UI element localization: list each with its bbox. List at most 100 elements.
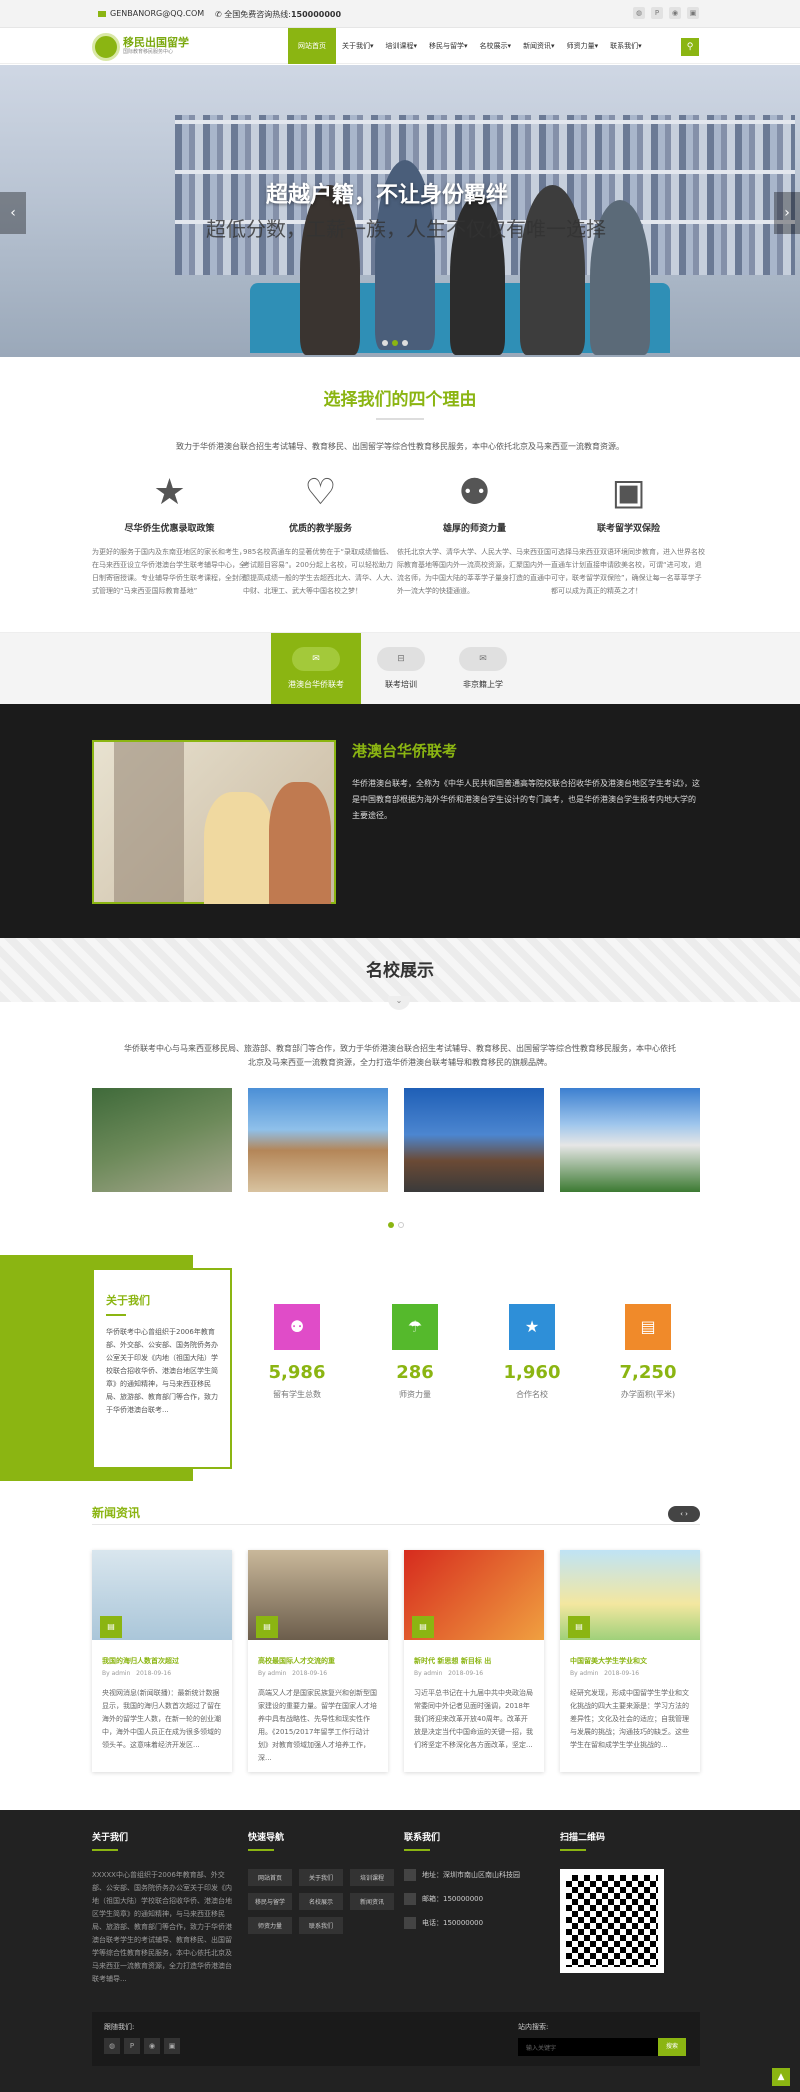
tab-hmt-exam[interactable]: ✉ 港澳台华侨联考	[271, 633, 361, 705]
chevron-down-icon[interactable]: ⌄	[388, 996, 410, 1010]
cart-icon[interactable]: ▣	[687, 7, 699, 19]
school-image[interactable]	[92, 1088, 232, 1192]
footer-link[interactable]: 移民与留学	[248, 1893, 292, 1910]
reason-text: 985名校高通车的显著优势在于“录取成绩偏低、考试题目容易”。200分起上名校，…	[243, 548, 397, 595]
book-icon: ▤	[568, 1616, 590, 1638]
qq-icon[interactable]: ◉	[669, 7, 681, 19]
logo-icon[interactable]	[92, 33, 120, 61]
news-title: 新闻资讯	[92, 1506, 141, 1520]
qq-icon[interactable]: ◉	[144, 2038, 160, 2054]
news-author: admin	[579, 1670, 599, 1677]
slider-dot[interactable]	[392, 340, 398, 346]
p-icon[interactable]: P	[651, 7, 663, 19]
news-card-title[interactable]: 我国的海归人数首次超过	[102, 1656, 222, 1666]
slider-dot[interactable]	[402, 340, 408, 346]
search-icon[interactable]: ⚲	[681, 38, 699, 56]
stat-item: ▤ 7,250 办学面积(平米)	[608, 1304, 688, 1400]
prev-arrow-icon[interactable]: ‹	[0, 192, 26, 234]
feature-person	[204, 792, 274, 904]
carousel-dot[interactable]	[398, 1222, 404, 1228]
school-image[interactable]	[404, 1088, 544, 1192]
nav-about[interactable]: 关于我们▾	[336, 28, 380, 64]
tab-exam-training[interactable]: ⊟ 联考培训	[356, 633, 446, 705]
footer-link[interactable]: 名校展示	[299, 1893, 343, 1910]
news-author: admin	[423, 1670, 443, 1677]
nav-courses[interactable]: 培训课程▾	[380, 28, 424, 64]
news-image: ▤	[560, 1550, 700, 1640]
feature-title: 港澳台华侨联考	[352, 742, 458, 760]
heart-icon: ♡	[304, 472, 337, 513]
news-card[interactable]: ▤ 新时代 新思想 新目标 出 By admin 2018-09-16 习近平总…	[404, 1550, 544, 1772]
nav-news[interactable]: 新闻资讯▾	[517, 28, 561, 64]
footer-bottom: 跟随我们: ◍ P ◉ ▣ 站内搜索: 输入关键字 搜索	[92, 2012, 700, 2066]
nav-home[interactable]: 网站首页	[288, 28, 336, 64]
school-image[interactable]	[248, 1088, 388, 1192]
tab-non-beijing[interactable]: ✉ 非京籍上学	[438, 633, 528, 705]
news-nav-arrows[interactable]: ‹ ›	[668, 1506, 700, 1522]
search-button[interactable]: 搜索	[658, 2038, 686, 2056]
stat-label: 师资力量	[399, 1390, 431, 1399]
back-to-top-icon[interactable]: ▲	[772, 2068, 790, 2086]
footer-link[interactable]: 关于我们	[299, 1869, 343, 1886]
slider-dot[interactable]	[382, 340, 388, 346]
hero-person	[300, 185, 360, 355]
reason-text: 可选择马来西亚双语环境同步教育，进入世界名校直通车计划直接申请欧美名校，可谓“进…	[551, 548, 705, 595]
news-meta: By admin 2018-09-16	[414, 1670, 534, 1677]
feature-person	[114, 742, 184, 902]
stat-label: 留有学生总数	[273, 1390, 321, 1399]
feature-panel: 港澳台华侨联考 华侨港澳台联考，全称为《中华人民共和国普通高等院校联合招收华侨及…	[0, 704, 800, 938]
mail-icon	[98, 10, 106, 17]
reasons-title: 选择我们的四个理由	[323, 390, 477, 410]
footer-link[interactable]: 联系我们	[299, 1917, 343, 1934]
news-by: By	[570, 1670, 578, 1677]
p-icon[interactable]: P	[124, 2038, 140, 2054]
search-input[interactable]: 输入关键字	[518, 2038, 658, 2056]
news-meta: By admin 2018-09-16	[102, 1670, 222, 1677]
hero-subtitle: 超低分数，工薪一族，人生不仅仅有唯一选择	[206, 217, 606, 241]
tab-icon: ✉	[292, 647, 340, 671]
footer-link[interactable]: 网站首页	[248, 1869, 292, 1886]
phone-icon: ✆	[215, 10, 225, 19]
cart-icon[interactable]: ▣	[164, 2038, 180, 2054]
mail-icon	[404, 1893, 416, 1905]
schools-intro: 华侨联考中心与马来西亚移民局、旅游部、教育部门等合作，致力于华侨港澳台联合招生考…	[124, 1044, 676, 1067]
stat-value: 1,960	[503, 1362, 561, 1383]
news-card[interactable]: ▤ 我国的海归人数首次超过 By admin 2018-09-16 央视网消息(…	[92, 1550, 232, 1772]
nav-immigration[interactable]: 移民与留学▾	[423, 28, 474, 64]
news-card-title[interactable]: 中国留美大学生学业和文	[570, 1656, 690, 1666]
star-icon: ★	[509, 1304, 555, 1350]
next-arrow-icon[interactable]: ›	[774, 192, 800, 234]
footer-phone: 电话： 150000000	[404, 1917, 554, 1929]
weibo-icon[interactable]: ◍	[633, 7, 645, 19]
reasons-intro: 致力于华侨港澳台联合招生考试辅导、教育移民、出国留学等综合性教育移民服务，本中心…	[176, 442, 624, 451]
book-icon: ▤	[100, 1616, 122, 1638]
weibo-icon[interactable]: ◍	[104, 2038, 120, 2054]
nav-contact[interactable]: 联系我们▾	[604, 28, 648, 64]
slider-dots	[382, 340, 408, 346]
footer-qr: 扫描二维码	[560, 1830, 700, 1973]
stat-label: 办学面积(平米)	[620, 1390, 676, 1399]
nav-teachers[interactable]: 师资力量▾	[561, 28, 605, 64]
nav-schools[interactable]: 名校展示▾	[474, 28, 518, 64]
footer-link[interactable]: 培训课程	[350, 1869, 394, 1886]
news-card-title[interactable]: 高校最国际人才交流的重	[258, 1656, 378, 1666]
news-card[interactable]: ▤ 中国留美大学生学业和文 By admin 2018-09-16 经研究发现，…	[560, 1550, 700, 1772]
tab-icon: ⊟	[377, 647, 425, 671]
news-card-title[interactable]: 新时代 新思想 新目标 出	[414, 1656, 534, 1666]
reason-item: ♡ 优质的教学服务 985名校高通车的显著优势在于“录取成绩偏低、考试题目容易”…	[243, 470, 398, 598]
news-image: ▤	[92, 1550, 232, 1640]
news-date: 2018-09-16	[292, 1670, 328, 1677]
footer-link[interactable]: 师资力量	[248, 1917, 292, 1934]
stat-label: 合作名校	[516, 1390, 548, 1399]
footer-link[interactable]: 新闻资讯	[350, 1893, 394, 1910]
footer-address: 地址： 深圳市南山区南山科技园	[404, 1869, 554, 1881]
logo-subtitle: 国际教育移民服务中心	[123, 49, 174, 55]
school-image[interactable]	[560, 1088, 700, 1192]
feature-text: 华侨港澳台联考，全称为《中华人民共和国普通高等院校联合招收华侨及港澳台地区学生考…	[352, 779, 700, 820]
footer-email: 邮箱： 150000000	[404, 1893, 554, 1905]
carousel-dot[interactable]	[388, 1222, 394, 1228]
news-card[interactable]: ▤ 高校最国际人才交流的重 By admin 2018-09-16 高端又人才是…	[248, 1550, 388, 1772]
news-card-text: 央视网消息(新闻联播)：最新统计数据显示，我国的海归人数首次超过了留在海外的留学…	[102, 1689, 221, 1749]
top-hotline: ✆ 全国免费咨询热线:150000000	[215, 9, 341, 20]
footer-nav-links: 网站首页 关于我们 培训课程 移民与留学 名校展示 新闻资讯 师资力量 联系我们	[248, 1869, 398, 1934]
